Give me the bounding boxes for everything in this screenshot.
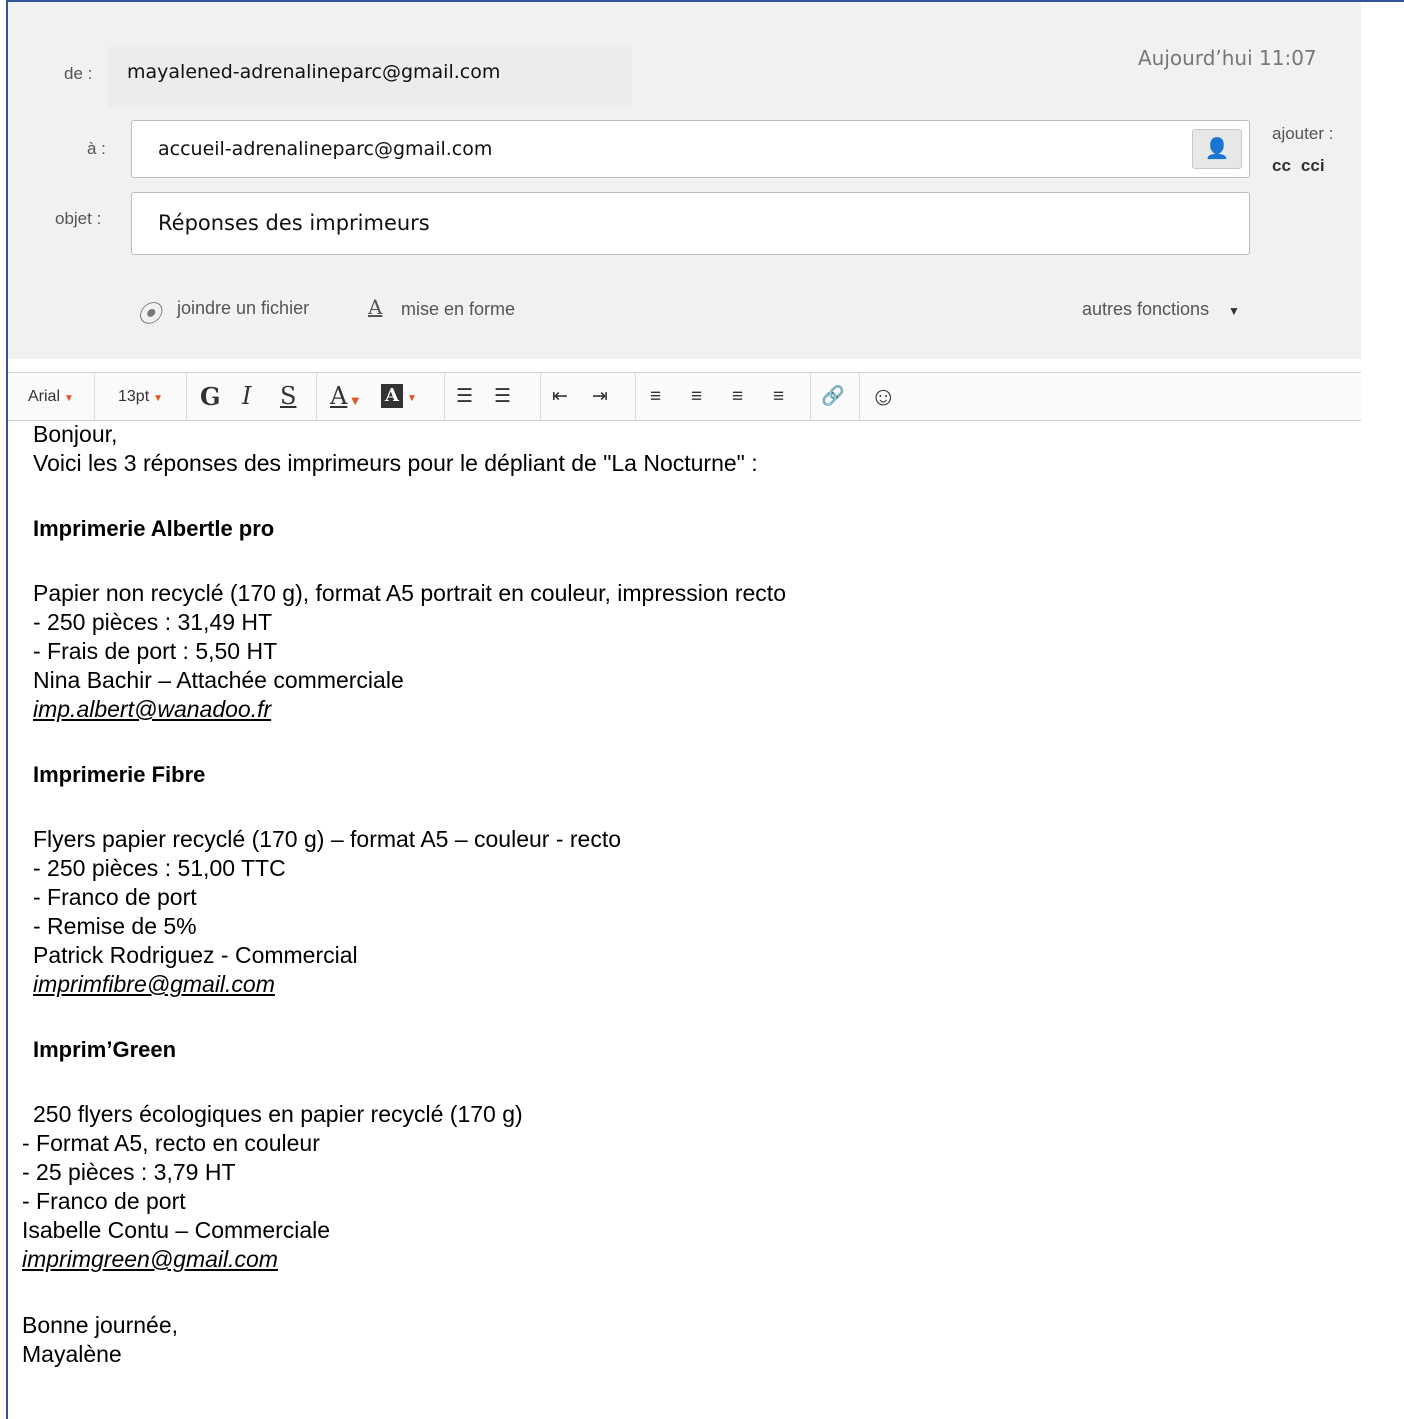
bullet-list-icon[interactable]: ☰ [494,373,511,420]
to-field[interactable]: accueil-adrenalineparc@gmail.com [131,120,1250,178]
body-line: - 25 pièces : 3,79 HT [22,1159,236,1185]
chevron-down-icon[interactable]: ▼ [1228,304,1240,318]
font-size-select[interactable]: 13pt ▼ [118,373,163,420]
subject-label: objet : [55,209,102,228]
add-user-icon: 👤 [1204,138,1230,160]
text-format-icon[interactable]: A [368,295,382,319]
printer-heading: Imprim’Green [33,1037,177,1062]
message-date: Aujourd’hui 11:07 [1138,46,1317,70]
printer-heading: Imprimerie Fibre [33,762,206,787]
body-line: Nina Bachir – Attachée commerciale [33,667,404,693]
underline-button[interactable]: S [280,373,296,420]
align-left-icon[interactable]: ≡ [650,373,661,420]
body-line: Isabelle Contu – Commerciale [22,1217,331,1243]
link-icon[interactable]: 🔗 [821,373,845,420]
add-contact-button[interactable]: 👤 [1192,129,1242,169]
attach-file-link[interactable]: joindre un fichier [177,298,309,319]
body-line: Bonne journée, [22,1312,179,1338]
toolbar-divider [635,373,636,420]
body-line: Flyers papier recyclé (170 g) – format A… [33,826,622,852]
body-line: - 250 pièces : 31,49 HT [33,609,273,635]
cc-link[interactable]: cc [1272,156,1291,175]
formatting-link[interactable]: mise en forme [401,299,515,320]
align-right-icon[interactable]: ≡ [732,373,743,420]
numbered-list-icon[interactable]: ☰ [456,373,473,420]
bold-button[interactable]: G [200,373,221,420]
signature: Mayalène [22,1341,122,1367]
emoji-icon[interactable]: ☺ [870,373,897,420]
email-link[interactable]: imprimgreen@gmail.com [22,1246,278,1273]
body-line: - Frais de port : 5,50 HT [33,638,278,664]
body-line: - 250 pièces : 51,00 TTC [33,855,286,881]
toolbar-divider [540,373,541,420]
body-line: - Franco de port [22,1188,186,1214]
more-functions-link[interactable]: autres fonctions [1082,299,1209,320]
toolbar-divider [186,373,187,420]
justify-icon[interactable]: ≡ [773,373,784,420]
from-field: mayalened-adrenalineparc@gmail.com [108,47,632,107]
body-line: Bonjour, [33,421,118,447]
printer-heading: Imprimerie Albertle pro [33,516,275,541]
body-line: - Remise de 5% [33,913,197,939]
toolbar-divider [859,373,860,420]
toolbar-divider [810,373,811,420]
text-color-button[interactable]: A ▼ [330,373,359,420]
editor-toolbar: Arial ▼ 13pt ▼ G I S A ▼ A ▼ ☰ ☰ ⇤ ⇥ ≡ ≡ ≡ ≡… [8,372,1361,421]
subject-field[interactable]: Réponses des imprimeurs [131,192,1250,255]
body-line: Papier non recyclé (170 g), format A5 po… [33,580,786,606]
add-recipient-label: ajouter : [1272,124,1334,143]
highlight-color-button[interactable]: A ▼ [381,373,417,420]
body-line: - Format A5, recto en couleur [22,1130,320,1156]
cc-links: cc cci [1272,156,1335,176]
italic-button[interactable]: I [242,373,251,420]
email-link[interactable]: imprimfibre@gmail.com [33,971,275,998]
font-family-select[interactable]: Arial ▼ [28,373,74,420]
body-line: Patrick Rodriguez - Commercial [33,942,358,968]
align-center-icon[interactable]: ≡ [691,373,702,420]
message-header: de : mayalened-adrenalineparc@gmail.com … [8,2,1361,359]
body-line: 250 flyers écologiques en papier recyclé… [33,1101,523,1127]
body-line: Voici les 3 réponses des imprimeurs pour… [33,450,758,476]
outdent-icon[interactable]: ⇤ [552,373,568,420]
toolbar-divider [444,373,445,420]
from-label: de : [64,64,93,83]
email-link[interactable]: imp.albert@wanadoo.fr [33,696,271,723]
message-body[interactable]: Bonjour, Voici les 3 réponses des imprim… [0,421,1404,1419]
toolbar-divider [316,373,317,420]
body-line: - Franco de port [33,884,197,910]
cci-link[interactable]: cci [1301,156,1325,175]
to-label: à : [87,139,106,158]
toolbar-divider [94,373,95,420]
indent-icon[interactable]: ⇥ [592,373,608,420]
paperclip-icon[interactable]: ⦿ [137,294,161,329]
